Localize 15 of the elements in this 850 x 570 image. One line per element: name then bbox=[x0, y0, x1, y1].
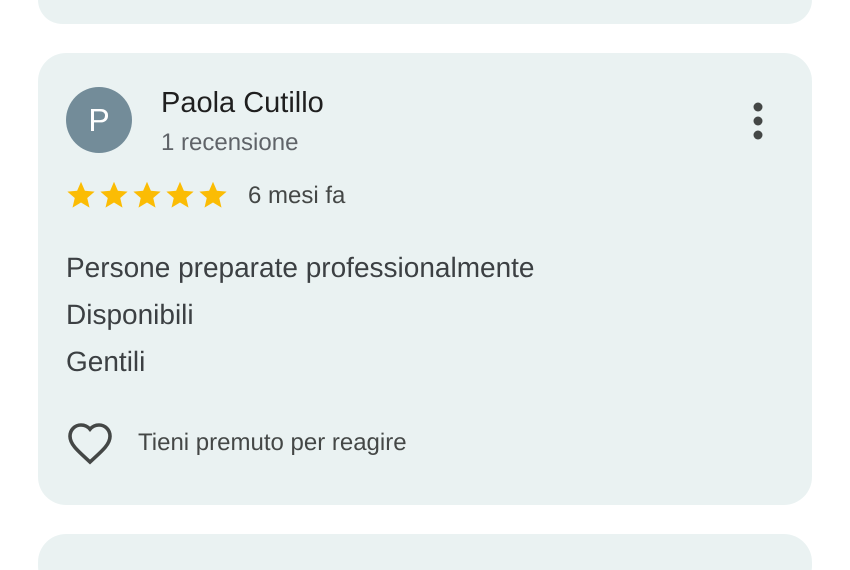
review-text: Disponibili bbox=[66, 298, 194, 332]
review-text: Persone preparate professionalmente bbox=[66, 251, 535, 285]
star-icon bbox=[132, 181, 162, 210]
star-icon bbox=[66, 181, 96, 210]
heart-icon[interactable] bbox=[66, 421, 114, 465]
author-name[interactable]: Paola Cutillo bbox=[161, 85, 324, 121]
star-icon bbox=[99, 181, 129, 210]
review-count: 1 recensione bbox=[161, 128, 300, 158]
review-time: 6 mesi fa bbox=[248, 182, 346, 210]
review-text: Gentili bbox=[66, 345, 146, 379]
avatar[interactable]: P bbox=[66, 87, 132, 153]
more-options-icon[interactable] bbox=[752, 101, 764, 141]
star-icon bbox=[198, 181, 228, 210]
star-icon bbox=[165, 181, 195, 210]
reaction-hint: Tieni premuto per reagire bbox=[138, 429, 407, 457]
